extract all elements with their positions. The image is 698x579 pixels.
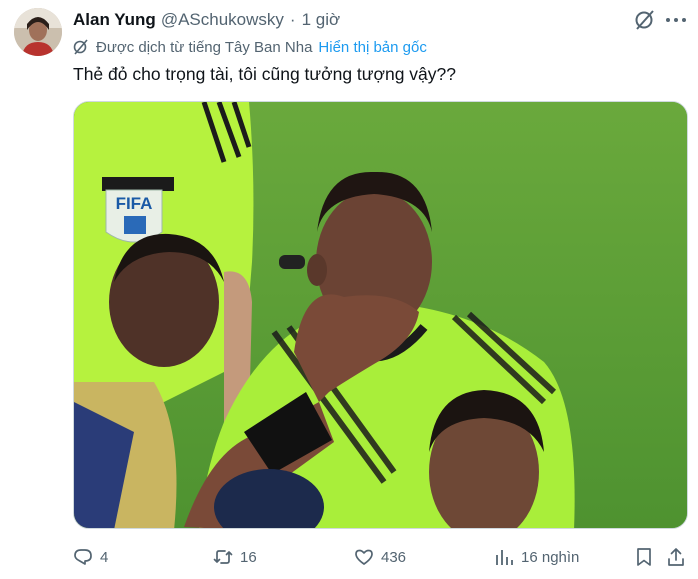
fifa-badge-text: FIFA — [116, 194, 153, 213]
share-button[interactable] — [666, 545, 693, 569]
grok-icon[interactable] — [634, 9, 656, 31]
tweet-text: Thẻ đỏ cho trọng tài, tôi cũng tưởng tượ… — [73, 64, 456, 84]
author-name[interactable]: Alan Yung — [73, 10, 156, 30]
repost-button[interactable]: 16 — [213, 545, 257, 569]
reply-button[interactable]: 4 — [73, 545, 108, 569]
like-button[interactable]: 436 — [354, 545, 406, 569]
show-original-link[interactable]: Hiển thị bản gốc — [318, 39, 426, 56]
bookmark-icon — [637, 548, 651, 566]
repost-icon — [213, 550, 233, 564]
more-icon[interactable] — [666, 18, 686, 24]
tweet-actions: 4 16 436 16 nghìn — [73, 545, 688, 569]
author-handle[interactable]: @ASchukowsky — [161, 10, 284, 30]
like-icon — [355, 549, 373, 565]
share-icon — [668, 548, 684, 566]
tweet-photo[interactable]: FIFA — [73, 101, 688, 529]
views-icon — [496, 550, 513, 565]
reply-count: 4 — [100, 548, 109, 566]
avatar[interactable] — [14, 8, 62, 56]
repost-count: 16 — [240, 548, 257, 566]
separator-dot: · — [289, 10, 296, 29]
views-button[interactable]: 16 nghìn — [494, 545, 579, 569]
translation-note: Được dịch từ tiếng Tây Ban Nha — [96, 38, 313, 56]
translate-icon — [73, 39, 88, 55]
like-count: 436 — [381, 548, 407, 566]
bookmark-button[interactable] — [634, 545, 661, 569]
views-count: 16 nghìn — [521, 548, 580, 566]
timestamp[interactable]: 1 giờ — [302, 10, 341, 30]
tweet-header: Alan Yung @ASchukowsky · 1 giờ — [73, 9, 688, 31]
translation-notice: Được dịch từ tiếng Tây Ban Nha Hiển thị … — [73, 37, 427, 57]
reply-icon — [74, 549, 92, 565]
